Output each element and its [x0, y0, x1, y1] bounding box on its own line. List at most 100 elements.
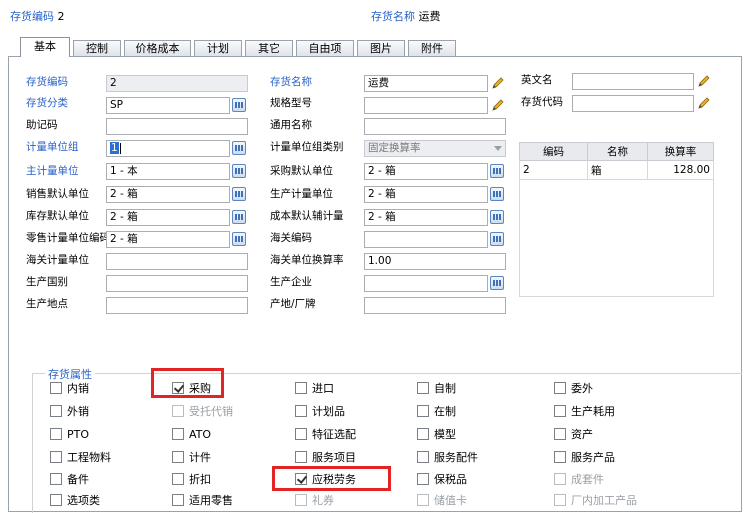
checkbox-import[interactable]: 进口	[295, 382, 334, 395]
edit-name-icon[interactable]	[490, 75, 506, 91]
header-code: 存货编码 2	[10, 8, 65, 24]
checkbox-service-product[interactable]: 服务产品	[554, 451, 615, 464]
retail-unit-field[interactable]: 2 - 箱	[106, 231, 230, 248]
checkbox-option-class[interactable]: 选项类	[50, 494, 100, 507]
checkbox-box	[417, 473, 429, 485]
origin-country-label: 生产国别	[26, 276, 68, 288]
checkbox-gift-voucher[interactable]: 礼券	[295, 494, 334, 507]
checkbox-bonded[interactable]: 保税品	[417, 473, 467, 486]
table-cell-code[interactable]: 2	[519, 160, 588, 180]
unit-group-field[interactable]: 1	[106, 140, 230, 157]
manufacturer-field[interactable]	[364, 275, 488, 292]
tab-attachment[interactable]: 附件	[408, 40, 456, 57]
checkbox-piece-count[interactable]: 计件	[172, 451, 211, 464]
common-name-field[interactable]	[364, 118, 506, 135]
checkbox-label: 保税品	[434, 473, 467, 486]
cost-unit-lookup-icon[interactable]	[490, 210, 504, 224]
code-field[interactable]: 2	[106, 75, 248, 92]
production-unit-lookup-icon[interactable]	[490, 187, 504, 201]
checkbox-label: PTO	[67, 428, 90, 441]
sales-unit-lookup-icon[interactable]	[232, 187, 246, 201]
table-cell-rate[interactable]: 128.00	[647, 160, 714, 180]
category-lookup-icon[interactable]	[232, 98, 246, 112]
category-field[interactable]: SP	[106, 97, 230, 114]
checkbox-box	[295, 405, 307, 417]
checkbox-feature-config[interactable]: 特征选配	[295, 428, 356, 441]
checkbox-engineering-material[interactable]: 工程物料	[50, 451, 111, 464]
checkbox-pto[interactable]: PTO	[50, 428, 89, 441]
common-name-label: 通用名称	[270, 119, 312, 131]
retail-unit-lookup-icon[interactable]	[232, 232, 246, 246]
checkbox-ato[interactable]: ATO	[172, 428, 211, 441]
checkbox-label: 折扣	[189, 473, 211, 486]
checkbox-box	[554, 494, 566, 506]
checkbox-kit[interactable]: 成套件	[554, 473, 604, 486]
customs-rate-label: 海关单位换算率	[270, 254, 344, 266]
mnemonic-field[interactable]	[106, 118, 248, 135]
tab-other[interactable]: 其它	[245, 40, 293, 57]
tab-plan[interactable]: 计划	[194, 40, 242, 57]
edit-inventory-code-icon[interactable]	[696, 95, 712, 111]
table-cell-name[interactable]: 箱	[587, 160, 648, 180]
column-header-name[interactable]: 名称	[587, 142, 648, 161]
checkbox-label: 储值卡	[434, 494, 467, 507]
checkbox-export[interactable]: 外销	[50, 405, 89, 418]
edit-spec-icon[interactable]	[490, 97, 506, 113]
main-unit-lookup-icon[interactable]	[232, 164, 246, 178]
checkbox-planned-item[interactable]: 计划品	[295, 405, 345, 418]
edit-english-name-icon[interactable]	[696, 73, 712, 89]
checkbox-box	[50, 428, 62, 440]
checkbox-wip[interactable]: 在制	[417, 405, 456, 418]
spec-field[interactable]	[364, 97, 488, 114]
checkbox-box	[50, 382, 62, 394]
main-unit-field[interactable]: 1 - 本	[106, 163, 230, 180]
checkbox-outsourced[interactable]: 委外	[554, 382, 593, 395]
customs-code-lookup-icon[interactable]	[490, 232, 504, 246]
customs-unit-field[interactable]	[106, 253, 248, 270]
checkbox-model[interactable]: 模型	[417, 428, 456, 441]
tab-control[interactable]: 控制	[73, 40, 121, 57]
column-header-code[interactable]: 编码	[519, 142, 588, 161]
brand-field[interactable]	[364, 297, 506, 314]
checkbox-spare-part[interactable]: 备件	[50, 473, 89, 486]
purchase-unit-field[interactable]: 2 - 箱	[364, 163, 488, 180]
checkbox-production-use[interactable]: 生产耗用	[554, 405, 615, 418]
checkbox-service-part[interactable]: 服务配件	[417, 451, 478, 464]
checkbox-label: 资产	[571, 428, 593, 441]
checkbox-asset[interactable]: 资产	[554, 428, 593, 441]
checkbox-service-item[interactable]: 服务项目	[295, 451, 356, 464]
checkbox-stored-value-card[interactable]: 储值卡	[417, 494, 467, 507]
tab-image[interactable]: 图片	[357, 40, 405, 57]
origin-country-field[interactable]	[106, 275, 248, 292]
table-row[interactable]: 2 箱 128.00	[519, 160, 714, 180]
customs-code-field[interactable]	[364, 231, 488, 248]
origin-place-field[interactable]	[106, 297, 248, 314]
checkbox-in-plant-processing[interactable]: 厂内加工产品	[554, 494, 637, 507]
sales-unit-field[interactable]: 2 - 箱	[106, 186, 230, 203]
purchase-unit-lookup-icon[interactable]	[490, 164, 504, 178]
header-code-value: 2	[57, 10, 65, 23]
cost-unit-field[interactable]: 2 - 箱	[364, 209, 488, 226]
tab-free-items[interactable]: 自由项	[296, 40, 354, 57]
customs-rate-field[interactable]: 1.00	[364, 253, 506, 270]
attributes-group	[32, 373, 742, 513]
checkbox-retail[interactable]: 适用零售	[172, 494, 233, 507]
stock-unit-field[interactable]: 2 - 箱	[106, 209, 230, 226]
name-field[interactable]: 运费	[364, 75, 488, 92]
inventory-code-field[interactable]	[572, 95, 694, 112]
retail-unit-label: 零售计量单位编码	[26, 232, 106, 244]
english-name-field[interactable]	[572, 73, 694, 90]
checkbox-self-made[interactable]: 自制	[417, 382, 456, 395]
column-header-rate[interactable]: 换算率	[647, 142, 714, 161]
stock-unit-lookup-icon[interactable]	[232, 210, 246, 224]
production-unit-field[interactable]: 2 - 箱	[364, 186, 488, 203]
checkbox-discount[interactable]: 折扣	[172, 473, 211, 486]
checkbox-domestic-sale[interactable]: 内销	[50, 382, 89, 395]
header-name: 存货名称 运费	[371, 8, 441, 24]
unit-group-lookup-icon[interactable]	[232, 141, 246, 155]
unit-group-label: 计量单位组	[26, 141, 79, 153]
checkbox-consignment[interactable]: 受托代销	[172, 405, 233, 418]
tab-basic[interactable]: 基本	[20, 37, 70, 57]
manufacturer-lookup-icon[interactable]	[490, 276, 504, 290]
tab-price-cost[interactable]: 价格成本	[124, 40, 191, 57]
